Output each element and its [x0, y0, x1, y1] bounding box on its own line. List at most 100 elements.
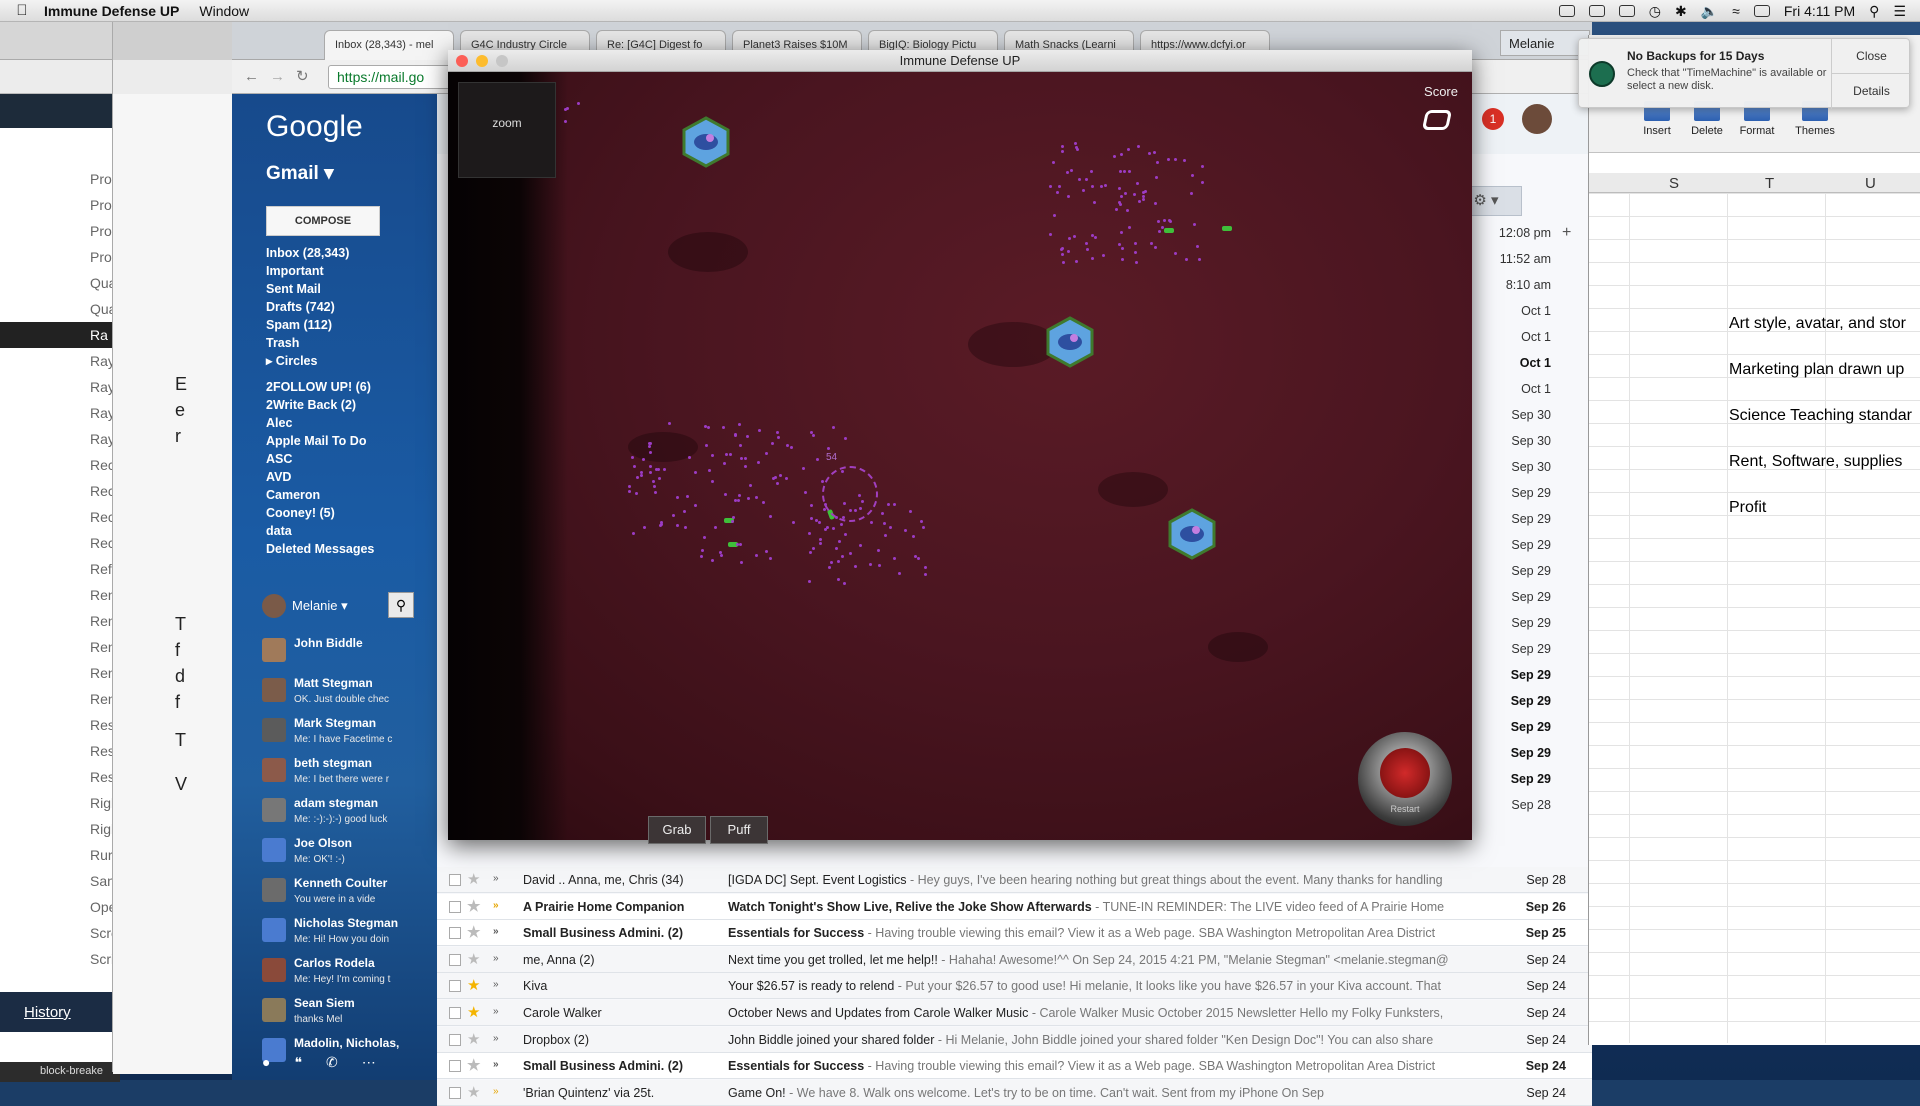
row-checkbox[interactable]	[449, 1060, 461, 1073]
importance-marker-icon[interactable]: »	[493, 1059, 499, 1070]
nav-label[interactable]: AVD	[266, 468, 437, 486]
menubar-app-name[interactable]: Immune Defense UP	[44, 3, 179, 19]
message-date[interactable]: Sep 29	[1477, 766, 1577, 792]
nav-label[interactable]: Important	[266, 262, 437, 280]
message-date[interactable]: Sep 29	[1477, 662, 1577, 688]
table-row[interactable]: ★ » Dropbox (2) John Biddle joined your sha…	[437, 1026, 1592, 1053]
column-header-u[interactable]: U	[1865, 175, 1876, 192]
chat-contact[interactable]: Mark Stegman Me: I have Facetime c	[262, 714, 412, 754]
cell-rent-software[interactable]: Rent, Software, supplies	[1729, 453, 1902, 471]
message-date[interactable]: Sep 30	[1477, 402, 1577, 428]
nav-label[interactable]: 2Write Back (2)	[266, 396, 437, 414]
chrome-profile-button[interactable]: Melanie	[1500, 30, 1590, 56]
nav-label[interactable]: Cooney! (5)	[266, 504, 437, 522]
notification-details-button[interactable]: Details	[1832, 74, 1911, 109]
table-row[interactable]: ★ » Small Business Admini. (2) Essentials f…	[437, 920, 1592, 947]
star-icon[interactable]: ★	[467, 976, 480, 994]
background-list-item[interactable]: Scri	[0, 946, 120, 972]
bacteria-icon[interactable]	[1164, 228, 1174, 233]
bluetooth-icon[interactable]: ✱	[1675, 3, 1687, 20]
star-icon[interactable]: ★	[467, 1030, 480, 1048]
star-icon[interactable]: ★	[467, 923, 480, 941]
table-row[interactable]: ★ » David .. Anna, me, Chris (34) [IGDA DC]…	[437, 867, 1592, 893]
nav-label[interactable]: ▸ Circles	[266, 352, 437, 370]
search-icon[interactable]: ⚲	[388, 592, 414, 618]
chat-contact[interactable]: adam stegman Me: :-):-):-) good luck	[262, 794, 412, 834]
person-icon[interactable]: ●	[262, 1054, 270, 1076]
volume-icon[interactable]: 🔈	[1701, 3, 1718, 20]
chat-contact[interactable]: Kenneth Coulter You were in a vide	[262, 874, 412, 914]
table-row[interactable]: ★ » Kiva Your $26.57 is ready to relend - P…	[437, 973, 1592, 1000]
dropbox-icon[interactable]	[1588, 5, 1605, 17]
chat-contact[interactable]: Joe Olson Me: OK'! :-)	[262, 834, 412, 874]
background-list-item[interactable]: Qua	[0, 296, 120, 322]
notification-center-icon[interactable]: ☰	[1893, 3, 1906, 20]
table-row[interactable]: ★ » 'Brian Quintenz' via 25t. Game On! - We…	[437, 1079, 1592, 1106]
star-icon[interactable]: ★	[467, 1003, 480, 1021]
message-date[interactable]: 11:52 am	[1477, 246, 1577, 272]
cell-science-teaching[interactable]: Science Teaching standar	[1729, 407, 1912, 425]
background-list-item[interactable]: Ren	[0, 634, 120, 660]
background-list-item[interactable]: Ray	[0, 348, 120, 374]
background-list-item[interactable]: Pro	[0, 218, 120, 244]
background-list-item[interactable]: Scre	[0, 920, 120, 946]
row-checkbox[interactable]	[449, 927, 461, 940]
message-date[interactable]: Sep 29	[1477, 584, 1577, 610]
background-list-item[interactable]: Ra	[0, 322, 120, 348]
importance-marker-icon[interactable]: »	[493, 1086, 499, 1097]
message-date[interactable]: Oct 1	[1477, 324, 1577, 350]
table-row[interactable]: ★ » Small Business Admini. (2) Essentials f…	[437, 1053, 1592, 1080]
background-list-item[interactable]: Pro	[0, 166, 120, 192]
row-checkbox[interactable]	[449, 953, 461, 966]
cell-marketing-plan[interactable]: Marketing plan drawn up	[1729, 361, 1904, 379]
message-date[interactable]: Sep 29	[1477, 610, 1577, 636]
background-list-item[interactable]: Rec	[0, 530, 120, 556]
importance-marker-icon[interactable]: »	[493, 1006, 499, 1017]
table-row[interactable]: ★ » Carole Walker October News and Updates …	[437, 1000, 1592, 1026]
background-list-item[interactable]: Ren	[0, 608, 120, 634]
chat-contact[interactable]: Carlos Rodela Me: Hey! I'm coming t	[262, 954, 412, 994]
cell-profit[interactable]: Profit	[1729, 499, 1766, 517]
message-date[interactable]: Sep 29	[1477, 506, 1577, 532]
importance-marker-icon[interactable]: »	[493, 926, 499, 937]
notification-badge[interactable]: 1	[1482, 108, 1504, 130]
menubar-clock[interactable]: Fri 4:11 PM	[1784, 3, 1855, 19]
importance-marker-icon[interactable]: »	[493, 873, 499, 884]
nav-label[interactable]: ASC	[266, 450, 437, 468]
notification-close-button[interactable]: Close	[1832, 39, 1911, 74]
row-checkbox[interactable]	[449, 1033, 461, 1046]
background-list-item[interactable]: Rec	[0, 452, 120, 478]
background-list-item[interactable]: Rigl	[0, 816, 120, 842]
chat-contact[interactable]: Nicholas Stegman Me: Hi! How you doin	[262, 914, 412, 954]
background-list-item[interactable]: Rec	[0, 504, 120, 530]
restart-button[interactable]: Restart	[1358, 732, 1452, 826]
chat-contact[interactable]: John Biddle	[262, 634, 412, 674]
star-icon[interactable]: ★	[467, 950, 480, 968]
background-list-item[interactable]: Qua	[0, 270, 120, 296]
background-list-item[interactable]: Ray	[0, 426, 120, 452]
nav-label[interactable]: data	[266, 522, 437, 540]
nav-label[interactable]: Spam (112)	[266, 316, 437, 334]
message-date[interactable]: Sep 30	[1477, 428, 1577, 454]
column-header-t[interactable]: T	[1765, 175, 1774, 192]
message-date[interactable]: Sep 29	[1477, 480, 1577, 506]
avatar[interactable]	[262, 594, 286, 618]
message-date[interactable]: Sep 28	[1477, 792, 1577, 818]
column-header-s[interactable]: S	[1669, 175, 1679, 192]
nav-label[interactable]: Apple Mail To Do	[266, 432, 437, 450]
grab-button[interactable]: Grab	[648, 816, 706, 844]
nav-label[interactable]: Sent Mail	[266, 280, 437, 298]
history-link[interactable]: History	[0, 992, 120, 1032]
row-checkbox[interactable]	[449, 900, 461, 913]
battery-icon[interactable]	[1753, 5, 1770, 17]
background-list-item[interactable]: Res	[0, 712, 120, 738]
message-date[interactable]: 12:08 pm	[1477, 220, 1577, 246]
star-icon[interactable]: ★	[467, 870, 480, 888]
background-list-item[interactable]: Ray	[0, 400, 120, 426]
importance-marker-icon[interactable]: »	[493, 1033, 499, 1044]
row-checkbox[interactable]	[449, 1007, 461, 1019]
chat-contact[interactable]: Sean Siem thanks Mel	[262, 994, 412, 1034]
target-ring[interactable]	[822, 466, 878, 522]
wifi-icon[interactable]: ≈	[1732, 3, 1740, 19]
message-date[interactable]: Sep 29	[1477, 532, 1577, 558]
